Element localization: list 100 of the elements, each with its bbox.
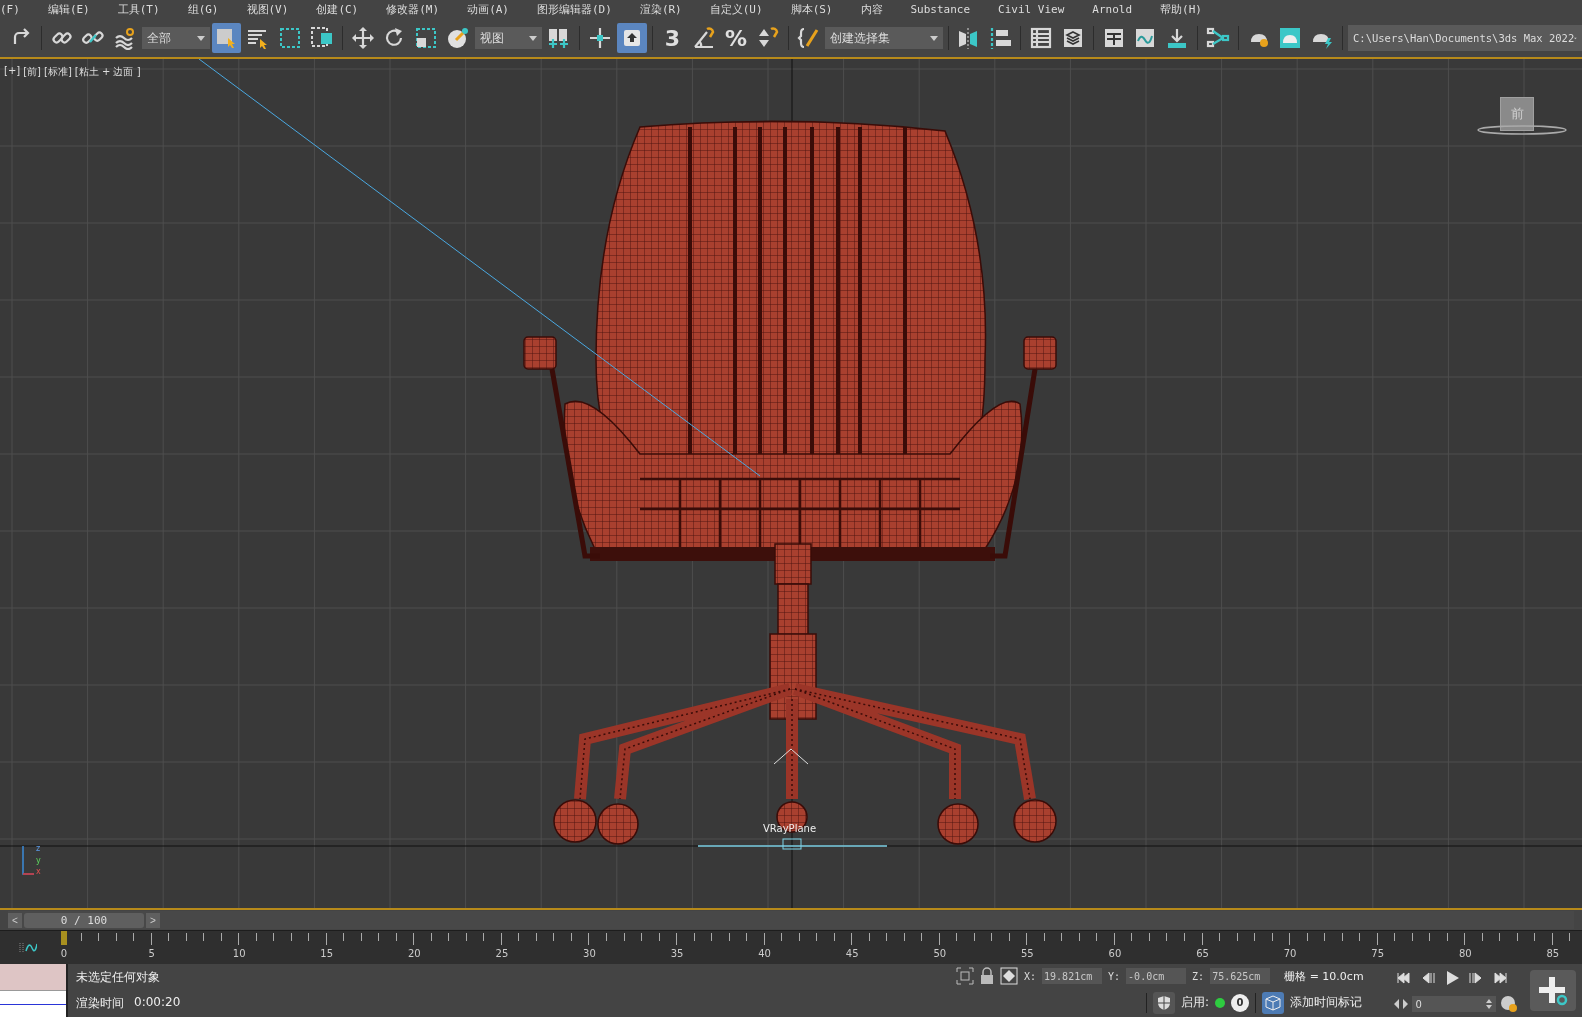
move-icon (350, 26, 375, 50)
key-mode-icon (1393, 998, 1408, 1011)
braces-pencil-icon (796, 26, 821, 50)
sphere-arrow-icon (445, 26, 470, 50)
frame-number: 85 (1545, 948, 1561, 959)
cursor-square-button[interactable] (211, 23, 242, 53)
caret-icon (929, 35, 938, 41)
axis-label: y (36, 855, 41, 865)
frame-number: 5 (147, 948, 156, 959)
dashed-square-icon (278, 26, 302, 50)
dropdown[interactable]: 创建选择集 (825, 27, 943, 49)
status-message: 未选定任何对象 (76, 968, 161, 986)
object-label: VRayPlane (763, 823, 817, 834)
menu-item[interactable]: 创建(C) (302, 2, 373, 17)
menu-item[interactable]: 脚本(S) (776, 2, 847, 17)
menu-item[interactable]: 编辑(E) (33, 2, 104, 17)
axis-label: Y: (1108, 970, 1121, 982)
next-key-icon (1468, 970, 1483, 985)
spinner-icon (1485, 998, 1492, 1011)
axis-tripod-icon (20, 844, 36, 876)
menu-item[interactable]: 自定义(U) (695, 2, 777, 17)
lock-icon (980, 967, 994, 986)
align-icon (988, 26, 1013, 50)
frame-number: 15 (319, 948, 335, 959)
render-time-label: 渲染时间 (76, 995, 124, 1013)
dropdown[interactable]: 全部 (142, 27, 210, 49)
frame-number: 80 (1457, 948, 1473, 959)
viewport-navigation-button[interactable] (1530, 970, 1576, 1011)
frame-number: 45 (844, 948, 860, 959)
menu-item[interactable]: Substance (896, 3, 985, 16)
previous-frame-button[interactable]: < (8, 912, 22, 928)
frame-counter: 0 / 100 (24, 912, 144, 928)
dropdown[interactable]: C:\Users\Han\Documents\3ds Max 2022 (1348, 25, 1582, 51)
curve-editor-icon (19, 941, 37, 954)
coordinate-field[interactable]: 75.625cm (1210, 968, 1271, 985)
menu-item[interactable]: 动画(A) (453, 2, 523, 17)
menu-item[interactable]: (F) (0, 3, 34, 16)
teapot-window-icon (1278, 26, 1303, 50)
go-to-start-icon (1396, 970, 1411, 985)
axis-label: x (36, 867, 41, 876)
caret-icon (529, 35, 538, 41)
up-arrow-box-button[interactable] (616, 23, 647, 53)
viewport-label[interactable]: [标准] (44, 65, 72, 79)
frame-number: 60 (1107, 948, 1123, 959)
status-dot-icon (1215, 997, 1226, 1008)
menu-item[interactable]: 修改器(M) (372, 2, 454, 17)
node-graph-icon (1205, 26, 1230, 50)
dropdown[interactable]: 视图 (474, 27, 543, 49)
caret-icon (196, 35, 205, 41)
next-frame-button[interactable]: > (146, 912, 160, 928)
snap-button[interactable]: 3 (657, 23, 688, 53)
frame-field[interactable]: 0 (1411, 996, 1496, 1013)
shield-icon (1157, 994, 1171, 1011)
crosshair-icon (587, 26, 612, 50)
time-slider-track[interactable]: < 0 / 100 > (8, 911, 1574, 929)
viewport-label[interactable]: [+] (4, 65, 21, 79)
count-badge: 0 (1231, 993, 1250, 1012)
menu-item[interactable]: Civil View (984, 3, 1079, 16)
menu-item[interactable]: Arnold (1078, 3, 1147, 16)
viewport-label[interactable]: [前] (23, 65, 41, 79)
frame-number: 65 (1195, 948, 1210, 959)
frame-number: 30 (582, 948, 597, 959)
snap-button[interactable]: % (721, 23, 751, 53)
frame-number: 75 (1370, 948, 1386, 959)
frame-number: 70 (1282, 948, 1298, 959)
enable-label: 启用: (1181, 994, 1210, 1012)
menu-item[interactable]: 内容 (846, 2, 897, 17)
menu-item[interactable]: 渲染(R) (625, 2, 696, 17)
axis-label: X: (1024, 970, 1037, 982)
render-time-value: 0:00:20 (134, 995, 181, 1012)
axis-label: Z: (1192, 970, 1205, 982)
coordinate-field[interactable]: 19.821cm (1042, 968, 1103, 985)
table-list-icon (1029, 26, 1053, 50)
play-icon (1444, 970, 1459, 985)
coordinate-field[interactable]: -0.0cm (1126, 968, 1187, 985)
viewcube-ring-icon (1476, 123, 1568, 137)
shield-button[interactable] (1153, 991, 1175, 1014)
grid-spacing: 栅格 = 10.0cm (1284, 968, 1364, 984)
menu-item[interactable]: 视图(V) (232, 2, 303, 17)
viewport-label[interactable]: [粘土 + 边面 ] (74, 65, 141, 79)
scale-icon (414, 26, 439, 50)
menu-item[interactable]: 图形编辑器(D) (523, 2, 626, 17)
frame-number: 35 (669, 948, 685, 959)
time-marker[interactable] (61, 931, 67, 945)
time-config-icon (1499, 995, 1518, 1014)
axis-label: z (36, 844, 41, 853)
script-listener-panel[interactable] (0, 964, 68, 1017)
cube-button[interactable] (1262, 991, 1285, 1014)
menu-item[interactable]: 组(G) (173, 2, 233, 17)
dashed-square-fill-icon (309, 26, 334, 50)
frame-number: 20 (406, 948, 422, 959)
add-time-tag-label[interactable]: 添加时间标记 (1290, 994, 1363, 1012)
frame-number: 40 (757, 948, 772, 959)
cube-icon (1265, 994, 1282, 1011)
frame-number: 55 (1020, 948, 1035, 959)
frame-number: 10 (231, 948, 247, 959)
menu-item[interactable]: 帮助(H) (1146, 2, 1216, 17)
angle-magnet-icon (692, 26, 717, 50)
menu-item[interactable]: 工具(T) (103, 2, 174, 17)
absolute-mode-icon (1000, 967, 1018, 986)
